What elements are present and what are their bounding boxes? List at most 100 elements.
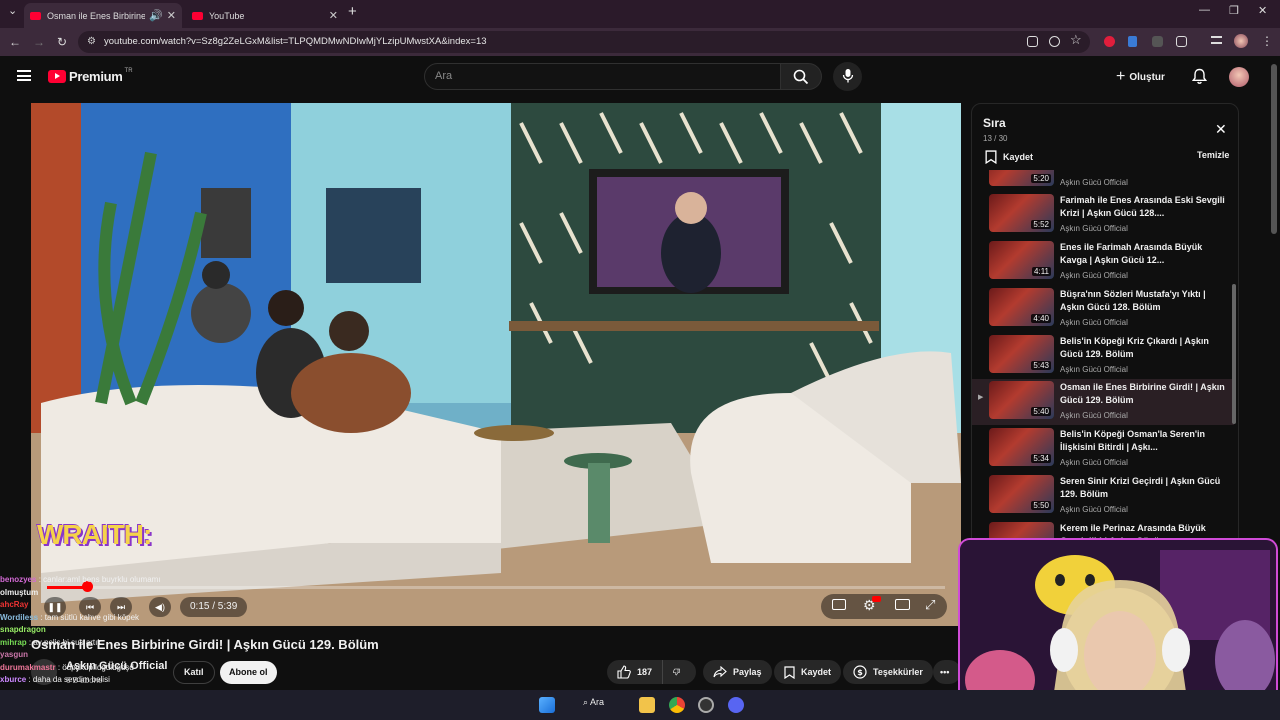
browser-toolbar: ← → ↻ ⚙ youtube.com/watch?v=Sz8g2ZeLGxM&… xyxy=(0,28,1280,56)
chat-text: : canlar:aml bens buyrklu olumamı xyxy=(38,575,161,584)
tab-list-icon[interactable]: ⌄ xyxy=(8,4,17,17)
theater-mode-icon[interactable] xyxy=(895,599,910,610)
like-button[interactable]: 187 xyxy=(607,660,662,684)
playlist-panel: Sıra 13 / 30 ✕ Kaydet Temizle 5:20 Aşkın… xyxy=(971,103,1239,594)
playlist-item[interactable]: 5:34 Belis'in Köpeği Osman'la Seren'in İ… xyxy=(972,426,1234,472)
browser-tab-active[interactable]: Osman ile Enes Birbirine Gi 🔊 ✕ xyxy=(24,3,182,28)
speaker-icon[interactable]: 🔊 xyxy=(149,9,163,22)
chat-message: snapdragon xyxy=(0,624,290,637)
page-scrollbar[interactable] xyxy=(1271,64,1277,234)
os-taskbar: ⌕ Ara xyxy=(0,690,1280,720)
playlist-item[interactable]: 5:52 Farimah ile Enes Arasında Eski Sevg… xyxy=(972,192,1234,238)
search-placeholder: Ara xyxy=(435,70,453,82)
masthead: Premium TR Ara + Oluştur xyxy=(0,56,1280,98)
taskbar-search[interactable]: ⌕ Ara xyxy=(583,697,604,708)
chat-message: durumakmastr : ödpdkdpfldğdldğdşd xyxy=(0,662,290,675)
playlist-item[interactable]: 4:40 Büşra'nın Sözleri Mustafa'yı Yıktı … xyxy=(972,286,1234,332)
cast-icon[interactable] xyxy=(1027,36,1038,47)
extension-blue-icon[interactable] xyxy=(1128,36,1137,47)
chat-username: ahcRay xyxy=(0,600,29,609)
taskbar-search-label: Ara xyxy=(590,697,605,707)
playlist-save-button[interactable]: Kaydet xyxy=(985,148,1033,166)
playlist-item[interactable]: 4:11 Enes ile Farimah Arasında Büyük Kav… xyxy=(972,239,1234,285)
chat-text: : tam sütlü kahve gibi köpek xyxy=(40,612,140,622)
fullscreen-icon[interactable]: ⤢ xyxy=(925,597,935,613)
chat-username: Wordiless xyxy=(0,612,39,622)
youtube-premium-logo[interactable]: Premium TR xyxy=(48,67,133,84)
discord-icon[interactable] xyxy=(728,697,744,713)
tab-title: YouTube xyxy=(209,10,245,21)
subtitles-icon[interactable] xyxy=(832,599,846,610)
app-icon[interactable] xyxy=(698,697,714,713)
url-bar[interactable]: ⚙ youtube.com/watch?v=Sz8g2ZeLGxM&list=T… xyxy=(78,31,1090,53)
share-button[interactable]: Paylaş xyxy=(703,660,772,684)
hamburger-menu-icon[interactable] xyxy=(17,70,31,81)
browser-tab[interactable]: YouTube ✕ xyxy=(186,3,344,28)
account-avatar[interactable] xyxy=(1229,67,1249,87)
duration-badge: 5:40 xyxy=(1031,407,1051,416)
thanks-button[interactable]: $ Teşekkürler xyxy=(843,660,933,684)
chrome-icon[interactable] xyxy=(669,697,685,713)
url-text: youtube.com/watch?v=Sz8g2ZeLGxM&list=TLP… xyxy=(104,36,487,47)
maximize-icon[interactable]: ❐ xyxy=(1229,4,1239,17)
tab-close-icon[interactable]: ✕ xyxy=(167,9,176,22)
tab-close-icon[interactable]: ✕ xyxy=(329,9,338,22)
back-icon[interactable]: ← xyxy=(9,35,21,49)
window-close-icon[interactable]: ✕ xyxy=(1258,4,1267,17)
playlist-item-title: Belis'in Köpeği Osman'la Seren'in İlişki… xyxy=(1060,429,1205,452)
logo-text: Premium xyxy=(69,69,123,84)
playlist-item[interactable]: 5:20 Aşkın Gücü Official xyxy=(972,170,1234,192)
extension-red-icon[interactable] xyxy=(1104,36,1115,47)
playlist-thumbnail: 5:20 xyxy=(989,170,1054,186)
bookmark-star-icon[interactable]: ☆ xyxy=(1070,32,1082,48)
new-tab-icon[interactable]: + xyxy=(348,3,357,20)
chat-text: olmuştum xyxy=(0,587,39,597)
playlist-item-channel: Aşkın Gücü Official xyxy=(1060,318,1128,327)
more-actions-button[interactable]: ••• xyxy=(933,660,961,684)
extensions-puzzle-icon[interactable] xyxy=(1176,36,1187,47)
playlist-thumbnail: 5:50 xyxy=(989,475,1054,513)
minimize-icon[interactable]: — xyxy=(1199,4,1210,16)
chat-username: xburce xyxy=(0,675,27,684)
notifications-bell-icon[interactable] xyxy=(1192,68,1207,85)
microphone-icon xyxy=(842,69,854,83)
save-button[interactable]: Kaydet xyxy=(774,660,842,684)
extension-icon[interactable] xyxy=(1152,36,1163,47)
create-label: Oluştur xyxy=(1129,71,1165,83)
chat-username: durumakmastr xyxy=(0,662,56,672)
chat-text: : daha da sevdim belisi xyxy=(28,675,110,684)
video-player[interactable]: WRAITH: ❚❚ ⏮ ⏭ ◀) 0:15 / 5:39 ⚙ ⤢ xyxy=(31,103,961,626)
playlist-item[interactable]: 5:43 Belis'in Köpeği Kriz Çıkardı | Aşkı… xyxy=(972,333,1234,379)
playlist-clear-button[interactable]: Temizle xyxy=(1197,150,1229,160)
playlist-thumbnail: 5:52 xyxy=(989,194,1054,232)
file-explorer-icon[interactable] xyxy=(639,697,655,713)
playlist-item[interactable]: 5:50 Seren Sinir Krizi Geçirdi | Aşkın G… xyxy=(972,473,1234,519)
logo-country: TR xyxy=(124,67,133,74)
dislike-button[interactable] xyxy=(662,660,696,684)
duration-badge: 5:52 xyxy=(1031,220,1051,229)
playlist-scrollbar[interactable] xyxy=(1232,284,1236,424)
share-icon xyxy=(713,666,727,678)
search-input[interactable]: Ara xyxy=(424,63,781,90)
search-icon xyxy=(793,69,809,85)
search-button[interactable] xyxy=(781,63,822,90)
forward-icon[interactable]: → xyxy=(33,35,45,49)
hide-icon[interactable] xyxy=(1049,36,1060,47)
playlist-close-icon[interactable]: ✕ xyxy=(1215,121,1227,138)
reading-list-icon[interactable] xyxy=(1211,36,1222,44)
windows-start-icon[interactable] xyxy=(539,697,555,713)
playlist-save-label: Kaydet xyxy=(1003,152,1034,162)
chat-text: : ödpdkdpfldğdldğdşd xyxy=(57,662,134,672)
chat-message: Wordiless : tam sütlü kahve gibi köpek xyxy=(0,612,290,625)
hd-badge xyxy=(872,596,881,602)
create-button[interactable]: + Oluştur xyxy=(1116,64,1165,90)
reload-icon[interactable]: ↻ xyxy=(57,35,67,49)
chat-message: mihrap : av pelis bi sus artık xyxy=(0,637,290,650)
playlist-thumbnail: 4:11 xyxy=(989,241,1054,279)
site-info-icon[interactable]: ⚙ xyxy=(87,31,96,53)
playlist-item-current[interactable]: ▶ 5:40 Osman ile Enes Birbirine Girdi! |… xyxy=(972,379,1234,425)
browser-menu-icon[interactable]: ⋮ xyxy=(1261,34,1273,48)
profile-avatar[interactable] xyxy=(1234,34,1248,48)
playlist-item-title: Enes ile Farimah Arasında Büyük Kavga | … xyxy=(1060,242,1203,265)
voice-search-button[interactable] xyxy=(833,62,862,91)
